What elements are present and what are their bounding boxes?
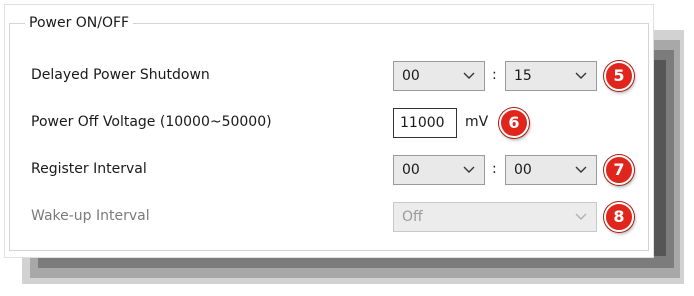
delayed-shutdown-hours-select[interactable]: 00 bbox=[393, 61, 485, 91]
callout-badge-6: 6 bbox=[499, 108, 529, 138]
callout-badge-8: 8 bbox=[604, 202, 634, 232]
delayed-shutdown-label: Delayed Power Shutdown bbox=[31, 67, 210, 83]
register-interval-minutes-select[interactable]: 00 bbox=[505, 155, 597, 185]
chevron-down-icon bbox=[463, 166, 475, 173]
register-interval-minutes-value: 00 bbox=[514, 162, 532, 178]
chevron-down-icon bbox=[575, 72, 587, 79]
delayed-shutdown-separator: : bbox=[492, 67, 497, 83]
delayed-shutdown-minutes-value: 15 bbox=[514, 68, 532, 84]
register-interval-hours-select[interactable]: 00 bbox=[393, 155, 485, 185]
register-interval-hours-value: 00 bbox=[402, 162, 420, 178]
wakeup-interval-label: Wake-up Interval bbox=[31, 208, 150, 224]
wakeup-interval-value: Off bbox=[402, 209, 423, 225]
callout-badge-7: 7 bbox=[604, 155, 634, 185]
power-settings-panel: Power ON/OFF Delayed Power Shutdown 00 :… bbox=[4, 4, 654, 258]
chevron-down-icon bbox=[463, 72, 475, 79]
register-interval-label: Register Interval bbox=[31, 161, 147, 177]
power-off-voltage-input[interactable] bbox=[393, 108, 457, 138]
callout-badge-5: 5 bbox=[604, 61, 634, 91]
voltage-unit-label: mV bbox=[465, 114, 489, 130]
chevron-down-icon bbox=[575, 166, 587, 173]
power-off-voltage-label: Power Off Voltage (10000~50000) bbox=[31, 114, 272, 130]
delayed-shutdown-minutes-select[interactable]: 15 bbox=[505, 61, 597, 91]
chevron-down-icon bbox=[575, 213, 587, 220]
group-title: Power ON/OFF bbox=[25, 15, 134, 31]
register-interval-separator: : bbox=[492, 161, 497, 177]
wakeup-interval-select[interactable]: Off bbox=[393, 202, 597, 232]
delayed-shutdown-hours-value: 00 bbox=[402, 68, 420, 84]
